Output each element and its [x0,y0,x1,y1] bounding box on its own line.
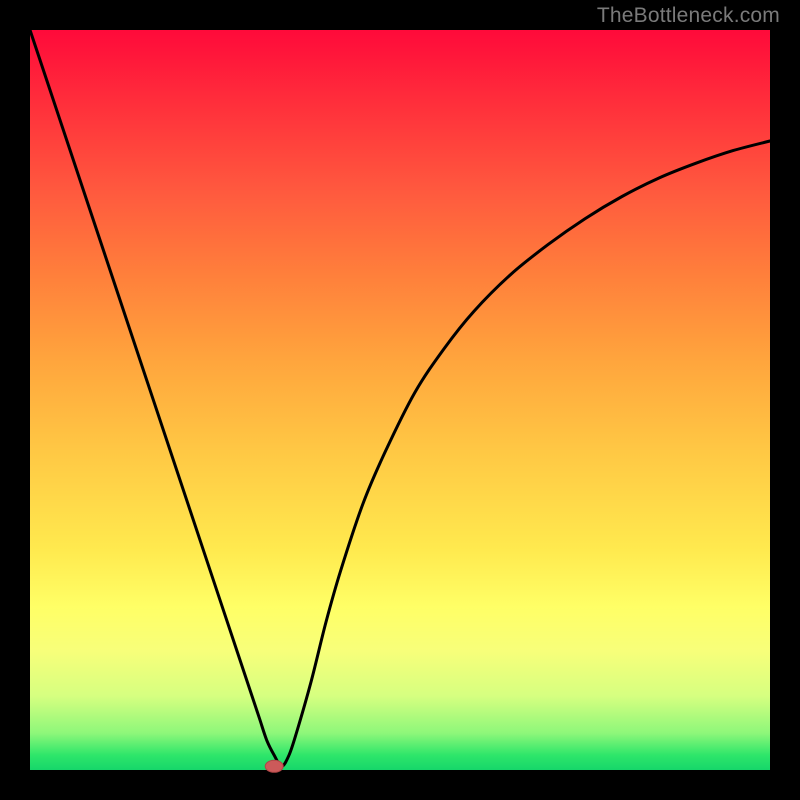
plot-area [30,30,770,770]
chart-svg [30,30,770,770]
minimum-marker [265,760,283,772]
watermark-text: TheBottleneck.com [597,4,780,28]
chart-frame: TheBottleneck.com [0,0,800,800]
bottleneck-curve [30,30,770,766]
